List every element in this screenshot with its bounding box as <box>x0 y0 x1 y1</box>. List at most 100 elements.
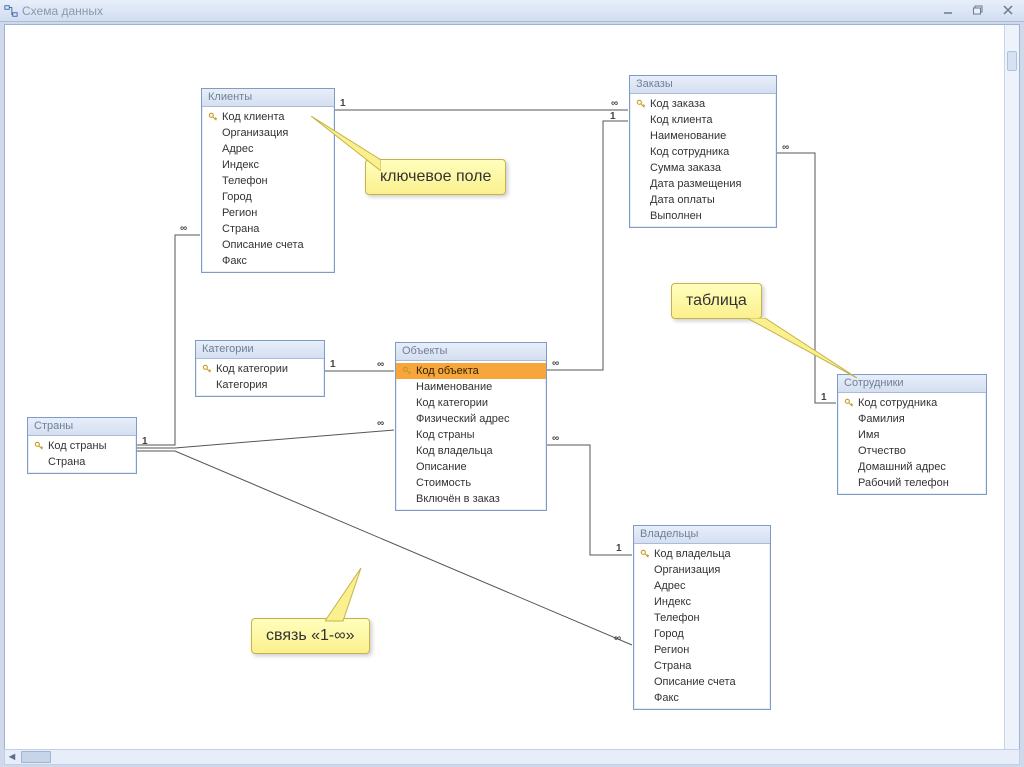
table-field[interactable]: Дата оплаты <box>630 192 776 208</box>
cardinality-label: 1 <box>329 359 337 370</box>
table-field[interactable]: Код страны <box>396 427 546 443</box>
callout-relation: связь «1-∞» <box>251 618 370 654</box>
table-field[interactable]: Описание счета <box>634 674 770 690</box>
table-clients[interactable]: Клиенты Код клиентаОрганизацияАдресИндекс… <box>201 88 335 273</box>
table-header[interactable]: Клиенты <box>202 89 334 107</box>
table-employees[interactable]: Сотрудники Код сотрудникаФамилияИмяОтчест… <box>837 374 987 495</box>
cardinality-label: ∞ <box>613 633 622 644</box>
field-name: Код владельца <box>416 444 493 458</box>
table-field[interactable]: Индекс <box>202 157 334 173</box>
field-name: Регион <box>654 643 689 657</box>
table-field[interactable]: Выполнен <box>630 208 776 224</box>
table-field[interactable]: Страна <box>634 658 770 674</box>
table-field[interactable]: Код клиента <box>630 112 776 128</box>
table-field[interactable]: Факс <box>634 690 770 706</box>
field-name: Дата оплаты <box>650 193 715 207</box>
table-field[interactable]: Телефон <box>634 610 770 626</box>
table-field[interactable]: Имя <box>838 427 986 443</box>
gutter-thumb-icon <box>1007 51 1017 71</box>
field-name: Описание счета <box>654 675 736 689</box>
table-header[interactable]: Страны <box>28 418 136 436</box>
table-countries[interactable]: Страны Код страныСтрана <box>27 417 137 474</box>
cardinality-label: ∞ <box>551 358 560 369</box>
field-name: Выполнен <box>650 209 702 223</box>
table-field[interactable]: Наименование <box>396 379 546 395</box>
table-field[interactable]: Код категории <box>196 361 324 377</box>
table-field[interactable]: Категория <box>196 377 324 393</box>
table-field[interactable]: Описание <box>396 459 546 475</box>
table-field[interactable]: Код категории <box>396 395 546 411</box>
field-name: Город <box>654 627 684 641</box>
table-header[interactable]: Категории <box>196 341 324 359</box>
scroll-left-icon[interactable]: ◄ <box>5 751 19 763</box>
diagram-canvas[interactable]: КлиентыКод клиентаОрганизацияАдресИндекс… <box>5 25 1005 750</box>
table-field[interactable]: Организация <box>634 562 770 578</box>
field-name: Стоимость <box>416 476 471 490</box>
cardinality-label: 1 <box>141 436 149 447</box>
field-name: Код объекта <box>416 364 479 378</box>
cardinality-label: ∞ <box>376 359 385 370</box>
table-field[interactable]: Код владельца <box>634 546 770 562</box>
table-field[interactable]: Факс <box>202 253 334 269</box>
table-field[interactable]: Рабочий телефон <box>838 475 986 491</box>
field-name: Телефон <box>222 174 268 188</box>
table-field[interactable]: Регион <box>202 205 334 221</box>
table-field[interactable]: Стоимость <box>396 475 546 491</box>
table-field[interactable]: Телефон <box>202 173 334 189</box>
table-field[interactable]: Код владельца <box>396 443 546 459</box>
field-name: Код сотрудника <box>650 145 729 159</box>
field-name: Телефон <box>654 611 700 625</box>
table-header[interactable]: Сотрудники <box>838 375 986 393</box>
table-field[interactable]: Описание счета <box>202 237 334 253</box>
table-field[interactable]: Домашний адрес <box>838 459 986 475</box>
table-field[interactable]: Код объекта <box>396 363 546 379</box>
table-field[interactable]: Наименование <box>630 128 776 144</box>
table-field[interactable]: Индекс <box>634 594 770 610</box>
table-field[interactable]: Код заказа <box>630 96 776 112</box>
table-orders[interactable]: Заказы Код заказаКод клиентаНаименованиеК… <box>629 75 777 228</box>
table-field[interactable]: Отчество <box>838 443 986 459</box>
field-name: Индекс <box>222 158 259 172</box>
table-field[interactable]: Дата размещения <box>630 176 776 192</box>
field-name: Код владельца <box>654 547 731 561</box>
cardinality-label: 1 <box>615 543 623 554</box>
table-field[interactable]: Код сотрудника <box>630 144 776 160</box>
minimize-button[interactable] <box>940 2 956 18</box>
relationships-icon <box>4 4 18 18</box>
field-name: Код страны <box>416 428 475 442</box>
app-window: Схема данных КлиентыКод клиентаОрганизац… <box>0 0 1024 767</box>
callout-text: ключевое поле <box>380 168 491 185</box>
table-field[interactable]: Страна <box>202 221 334 237</box>
table-field[interactable]: Код страны <box>28 438 136 454</box>
table-field[interactable]: Город <box>202 189 334 205</box>
field-name: Код заказа <box>650 97 705 111</box>
table-header[interactable]: Владельцы <box>634 526 770 544</box>
table-field[interactable]: Страна <box>28 454 136 470</box>
cardinality-label: ∞ <box>179 223 188 234</box>
restore-button[interactable] <box>970 2 986 18</box>
table-header[interactable]: Заказы <box>630 76 776 94</box>
table-field[interactable]: Город <box>634 626 770 642</box>
scroll-thumb[interactable] <box>21 751 51 763</box>
table-field[interactable]: Включён в заказ <box>396 491 546 507</box>
table-field[interactable]: Организация <box>202 125 334 141</box>
table-field[interactable]: Код клиента <box>202 109 334 125</box>
table-objects[interactable]: Объекты Код объектаНаименованиеКод катего… <box>395 342 547 511</box>
callout-table-tail <box>747 318 857 382</box>
table-owners[interactable]: Владельцы Код владельцаОрганизацияАдресИн… <box>633 525 771 710</box>
table-field[interactable]: Регион <box>634 642 770 658</box>
table-field[interactable]: Сумма заказа <box>630 160 776 176</box>
table-field[interactable]: Адрес <box>634 578 770 594</box>
field-name: Страна <box>222 222 259 236</box>
table-field[interactable]: Фамилия <box>838 411 986 427</box>
horizontal-scrollbar[interactable]: ◄ <box>4 749 1020 765</box>
table-header[interactable]: Объекты <box>396 343 546 361</box>
table-field[interactable]: Код сотрудника <box>838 395 986 411</box>
table-field[interactable]: Адрес <box>202 141 334 157</box>
callout-key-field: ключевое поле <box>365 159 506 195</box>
close-button[interactable] <box>1000 2 1016 18</box>
field-name: Код клиента <box>222 110 284 124</box>
table-categories[interactable]: Категории Код категорииКатегория <box>195 340 325 397</box>
table-field[interactable]: Физический адрес <box>396 411 546 427</box>
primary-key-icon <box>200 364 214 374</box>
